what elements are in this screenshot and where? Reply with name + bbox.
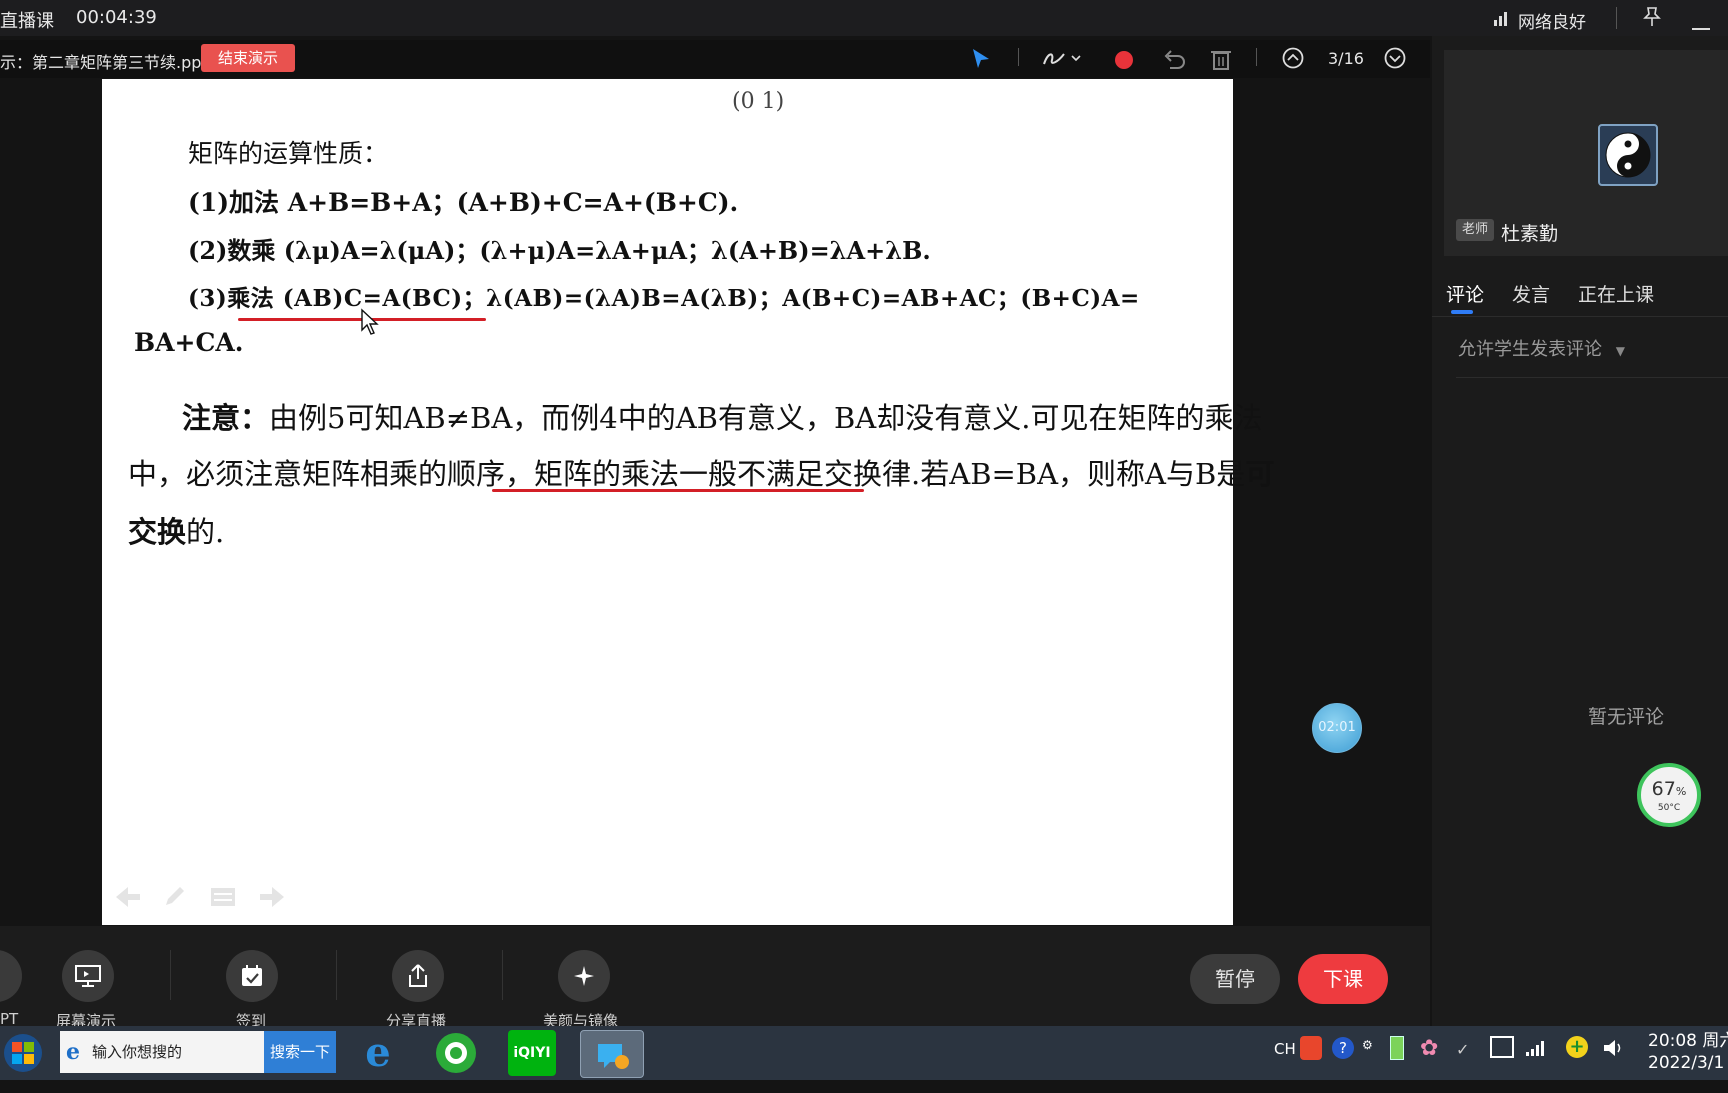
minimize-icon[interactable] — [1692, 16, 1710, 35]
gauge-value: 67% — [1651, 778, 1687, 800]
red-underline — [492, 489, 864, 492]
end-presentation-button[interactable]: 结束演示 — [201, 44, 295, 72]
note-label: 注意： — [182, 401, 270, 435]
presentation-toolbar: 示：第二章矩阵第三节续.ppt 结束演示 3/16 — [0, 40, 1430, 78]
wifi-icon[interactable] — [1526, 1040, 1546, 1060]
note-bold-1: 可 — [1245, 457, 1275, 491]
empty-comments-text: 暂无评论 — [1588, 706, 1665, 728]
slide-line-continued: BA+CA. — [134, 328, 244, 357]
ie-small-icon: e — [66, 1039, 80, 1065]
teacher-role-badge: 老师 — [1456, 219, 1494, 241]
note-text-2b: 矩阵的乘法一般不满足交换律. — [534, 457, 921, 491]
search-input[interactable]: e 输入你想搜的 — [60, 1031, 264, 1073]
flower-icon[interactable]: ✿ — [1420, 1036, 1438, 1061]
slide-menu-icon[interactable] — [210, 885, 236, 913]
window-title: 直播课 — [0, 11, 54, 32]
windows-logo-icon — [4, 1034, 42, 1072]
mouse-cursor-icon — [360, 308, 380, 340]
slide-line-addition: (1)加法 A+B=B+A；(A+B)+C=A+(B+C). — [188, 188, 739, 217]
ie-icon[interactable]: e — [354, 1030, 402, 1076]
note-line-2: 中，必须注意矩阵相乘的顺序，矩阵的乘法一般不满足交换律.若AB=BA，则称A与B… — [128, 451, 1274, 493]
tab-speak[interactable]: 发言 — [1512, 280, 1550, 307]
clock-time: 20:08 周六 — [1648, 1031, 1728, 1051]
volume-icon[interactable] — [1602, 1038, 1624, 1062]
screen-capture-icon[interactable] — [1490, 1036, 1514, 1058]
screen-share-icon[interactable] — [62, 950, 114, 1002]
avatar — [1598, 124, 1658, 186]
network-status: 网络良好 — [1518, 13, 1586, 33]
comment-permission-select[interactable]: 允许学生发表评论 ▼ — [1458, 335, 1625, 361]
divider — [1432, 316, 1728, 317]
tab-comments[interactable]: 评论 — [1446, 280, 1484, 307]
yin-yang-icon — [1605, 132, 1651, 178]
share-live-icon[interactable] — [392, 950, 444, 1002]
system-clock[interactable]: 20:08 周六 2022/3/1 — [1648, 1030, 1728, 1074]
slide-canvas: (0 1) 矩阵的运算性质： (1)加法 A+B=B+A；(A+B)+C=A+(… — [102, 79, 1362, 925]
clock-date: 2022/3/1 — [1648, 1053, 1725, 1073]
search-button[interactable]: 搜索一下 — [264, 1031, 336, 1073]
note-text-3: 的. — [186, 515, 225, 549]
slide-next-icon[interactable] — [258, 885, 286, 913]
comment-permission-value: 允许学生发表评论 — [1458, 339, 1602, 360]
elapsed-time: 00:04:39 — [76, 7, 157, 28]
note-line-1: 注意：由例5可知AB≠BA，而例4中的AB有意义，BA却没有意义.可见在矩阵的乘… — [182, 395, 1262, 437]
check-in-icon[interactable] — [226, 950, 278, 1002]
matrix-fragment: (0 1) — [732, 89, 785, 114]
divider — [1456, 377, 1728, 378]
prev-page-icon[interactable] — [1282, 47, 1304, 73]
plus-tray-icon[interactable]: + — [1566, 1036, 1588, 1058]
slide-pen-icon[interactable] — [162, 885, 188, 913]
tray-settings-icon[interactable]: ⚙ — [1362, 1038, 1373, 1052]
gauge-temperature: 50°C — [1657, 803, 1681, 813]
start-button[interactable] — [2, 1032, 44, 1074]
next-page-icon[interactable] — [1384, 47, 1406, 73]
slide-line-multiplication: (3)乘法 (AB)C=A(BC)；λ(AB)=(λA)B=A(λB)；A(B+… — [188, 285, 1140, 312]
beauty-mirror-icon[interactable] — [558, 950, 610, 1002]
sogou-ime-icon[interactable] — [1300, 1036, 1322, 1060]
divider — [1018, 48, 1019, 66]
note-text-2a: 中，必须注意矩阵相乘的顺序， — [128, 457, 535, 491]
pin-icon[interactable] — [1642, 6, 1662, 32]
end-class-button[interactable]: 下课 — [1298, 954, 1388, 1004]
note-line-3: 交换的. — [128, 509, 224, 551]
file-name: 示：第二章矩阵第三节续.ppt — [0, 53, 208, 72]
note-bold-2: 交换 — [128, 515, 187, 549]
divider — [1256, 48, 1257, 66]
pen-icon[interactable] — [1042, 48, 1082, 74]
teacher-name: 杜素勤 — [1501, 223, 1559, 245]
pointer-icon[interactable] — [970, 47, 992, 75]
slide-prev-icon[interactable] — [114, 885, 142, 913]
divider — [1616, 7, 1617, 29]
undo-icon[interactable] — [1162, 48, 1186, 74]
color-dot-icon[interactable] — [1114, 50, 1134, 74]
tab-in-class[interactable]: 正在上课 — [1578, 280, 1654, 307]
system-gauge[interactable]: 67% 50°C — [1637, 763, 1701, 827]
usb-icon[interactable] — [1390, 1036, 1404, 1060]
iqiyi-icon[interactable]: iQIYI — [508, 1030, 556, 1076]
divider — [502, 950, 503, 1000]
search-placeholder: 输入你想搜的 — [92, 1043, 183, 1061]
dropdown-arrow-icon: ▼ — [1615, 344, 1625, 358]
page-indicator: 3/16 — [1328, 49, 1364, 68]
input-method-indicator[interactable]: CH — [1274, 1040, 1296, 1058]
browser-icon[interactable] — [432, 1030, 480, 1076]
slide-heading: 矩阵的运算性质： — [188, 139, 389, 168]
meeting-app-icon[interactable] — [580, 1030, 644, 1078]
network-tray-icon[interactable]: ✓ — [1456, 1040, 1469, 1059]
divider — [336, 950, 337, 1000]
timer-bubble[interactable]: 02:01 — [1312, 703, 1362, 753]
note-text-2c: 若AB=BA，则称A与B是 — [920, 457, 1246, 491]
active-tab-indicator — [1451, 310, 1473, 314]
title-bar: 直播课 00:04:39 网络良好 — [0, 0, 1728, 36]
trash-icon[interactable] — [1210, 47, 1232, 75]
slide-line-scalar: (2)数乘 (λμ)A=λ(μA)；(λ+μ)A=λA+μA；λ(A+B)=λA… — [188, 236, 931, 265]
note-text-1: 由例5可知AB≠BA，而例4中的AB有意义，BA却没有意义.可见在矩阵的乘法 — [269, 401, 1263, 435]
help-icon[interactable]: ? — [1332, 1037, 1354, 1059]
pause-button[interactable]: 暂停 — [1190, 954, 1280, 1004]
divider — [170, 950, 171, 1000]
signal-icon — [1494, 11, 1508, 30]
